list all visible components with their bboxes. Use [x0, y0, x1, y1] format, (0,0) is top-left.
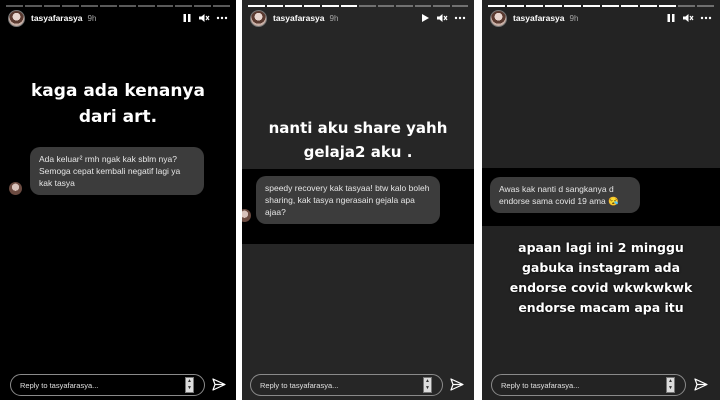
reply-placeholder: Reply to tasyafarasya... — [260, 380, 339, 390]
question-sticker: Awas kak nanti d sangkanya d endorse sam… — [490, 177, 640, 213]
story-header: tasyafarasya 9h — [8, 8, 228, 28]
story-header: tasyafarasya 9h — [250, 8, 466, 28]
more-icon[interactable] — [700, 13, 712, 23]
story-panel-1[interactable]: tasyafarasya 9h kaga ada kenanya dari ar… — [0, 0, 236, 400]
sleepy-emoji-icon: 😪 — [608, 196, 619, 206]
story-progress-bar — [6, 5, 230, 7]
reply-input[interactable]: Reply to tasyafarasya... ▲ ▼ — [10, 374, 205, 396]
question-avatar — [9, 182, 22, 195]
story-text: kaga ada kenanya dari art. — [31, 81, 205, 127]
pause-icon[interactable] — [666, 13, 676, 23]
story-progress-bar — [488, 5, 714, 7]
story-panel-2[interactable]: tasyafarasya 9h nanti aku share yahh gel… — [242, 0, 474, 400]
post-time: 9h — [569, 13, 579, 23]
more-icon[interactable] — [216, 13, 228, 23]
username[interactable]: tasyafarasya — [513, 13, 565, 23]
story-text: nanti aku share yahh gelaja2 aku . — [268, 119, 448, 161]
send-icon[interactable] — [212, 378, 226, 392]
question-sticker: speedy recovery kak tasyaa! btw kalo bol… — [256, 176, 440, 224]
reply-placeholder: Reply to tasyafarasya... — [20, 380, 99, 390]
volume-icon[interactable] — [436, 13, 448, 23]
scroll-stepper[interactable]: ▲ ▼ — [185, 377, 194, 393]
scroll-stepper[interactable]: ▲ ▼ — [666, 377, 675, 393]
pause-icon[interactable] — [182, 13, 192, 23]
play-icon[interactable] — [420, 13, 430, 23]
post-time: 9h — [87, 13, 97, 23]
story-progress-bar — [248, 5, 468, 7]
scroll-stepper[interactable]: ▲ ▼ — [423, 377, 432, 393]
story-text: apaan lagi ini 2 minggu gabuka instagram… — [509, 240, 693, 315]
reply-placeholder: Reply to tasyafarasya... — [501, 380, 580, 390]
reply-input[interactable]: Reply to tasyafarasya... ▲ ▼ — [491, 374, 686, 396]
avatar[interactable] — [8, 9, 25, 27]
avatar[interactable] — [250, 9, 267, 27]
question-text: Awas kak nanti d sangkanya d endorse sam… — [499, 184, 614, 206]
username[interactable]: tasyafarasya — [31, 13, 83, 23]
question-sticker: Ada keluar² rmh ngak kak sblm nya? Semog… — [30, 147, 204, 195]
story-header: tasyafarasya 9h — [490, 8, 712, 28]
username[interactable]: tasyafarasya — [273, 13, 325, 23]
avatar[interactable] — [490, 9, 507, 27]
volume-icon[interactable] — [682, 13, 694, 23]
volume-icon[interactable] — [198, 13, 210, 23]
post-time: 9h — [329, 13, 339, 23]
send-icon[interactable] — [694, 378, 708, 392]
send-icon[interactable] — [450, 378, 464, 392]
more-icon[interactable] — [454, 13, 466, 23]
story-panel-3[interactable]: tasyafarasya 9h Awas kak nanti d sangkan… — [482, 0, 720, 400]
reply-input[interactable]: Reply to tasyafarasya... ▲ ▼ — [250, 374, 443, 396]
